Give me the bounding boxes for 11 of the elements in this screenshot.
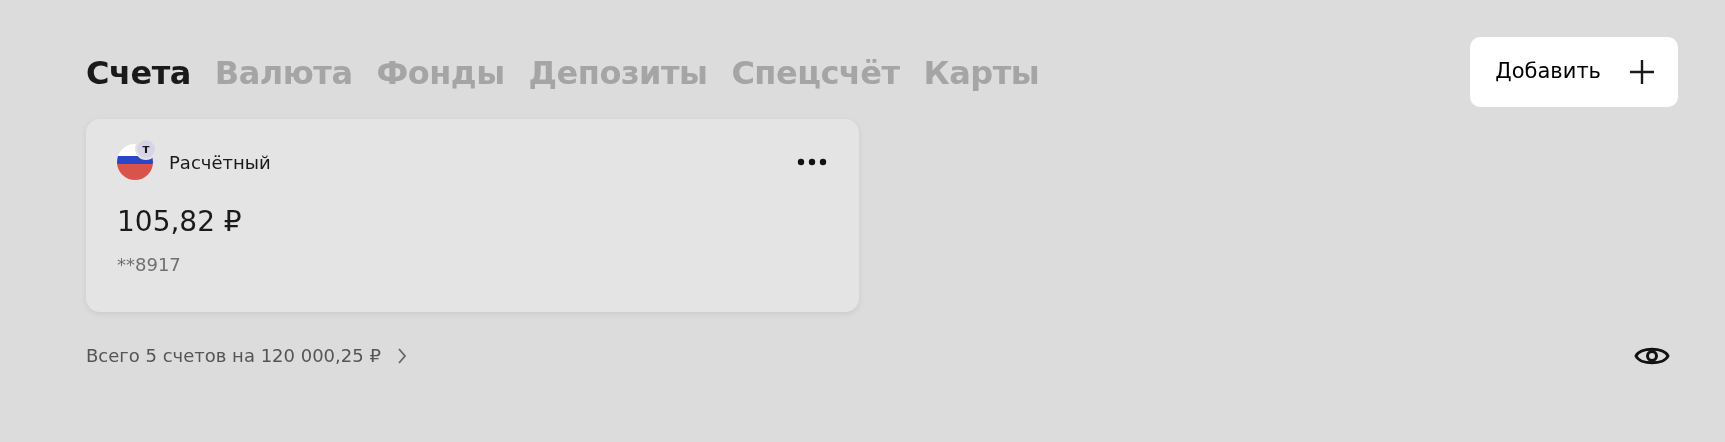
more-icon[interactable] [797, 158, 827, 166]
bank-badge: т [135, 138, 157, 160]
add-button[interactable]: Добавить [1470, 37, 1678, 107]
plus-icon [1629, 59, 1655, 85]
accounts-total-link[interactable]: Всего 5 счетов на 120 000,25 ₽ [86, 342, 381, 369]
account-balance: 105,82 ₽ [117, 204, 243, 240]
account-card[interactable]: т Расчётный 105,82 ₽ **8917 [86, 119, 859, 312]
account-name: Расчётный [169, 150, 271, 175]
tab[interactable]: Счета [86, 49, 191, 97]
chevron-right-icon[interactable] [396, 346, 407, 365]
account-number: **8917 [117, 253, 182, 277]
